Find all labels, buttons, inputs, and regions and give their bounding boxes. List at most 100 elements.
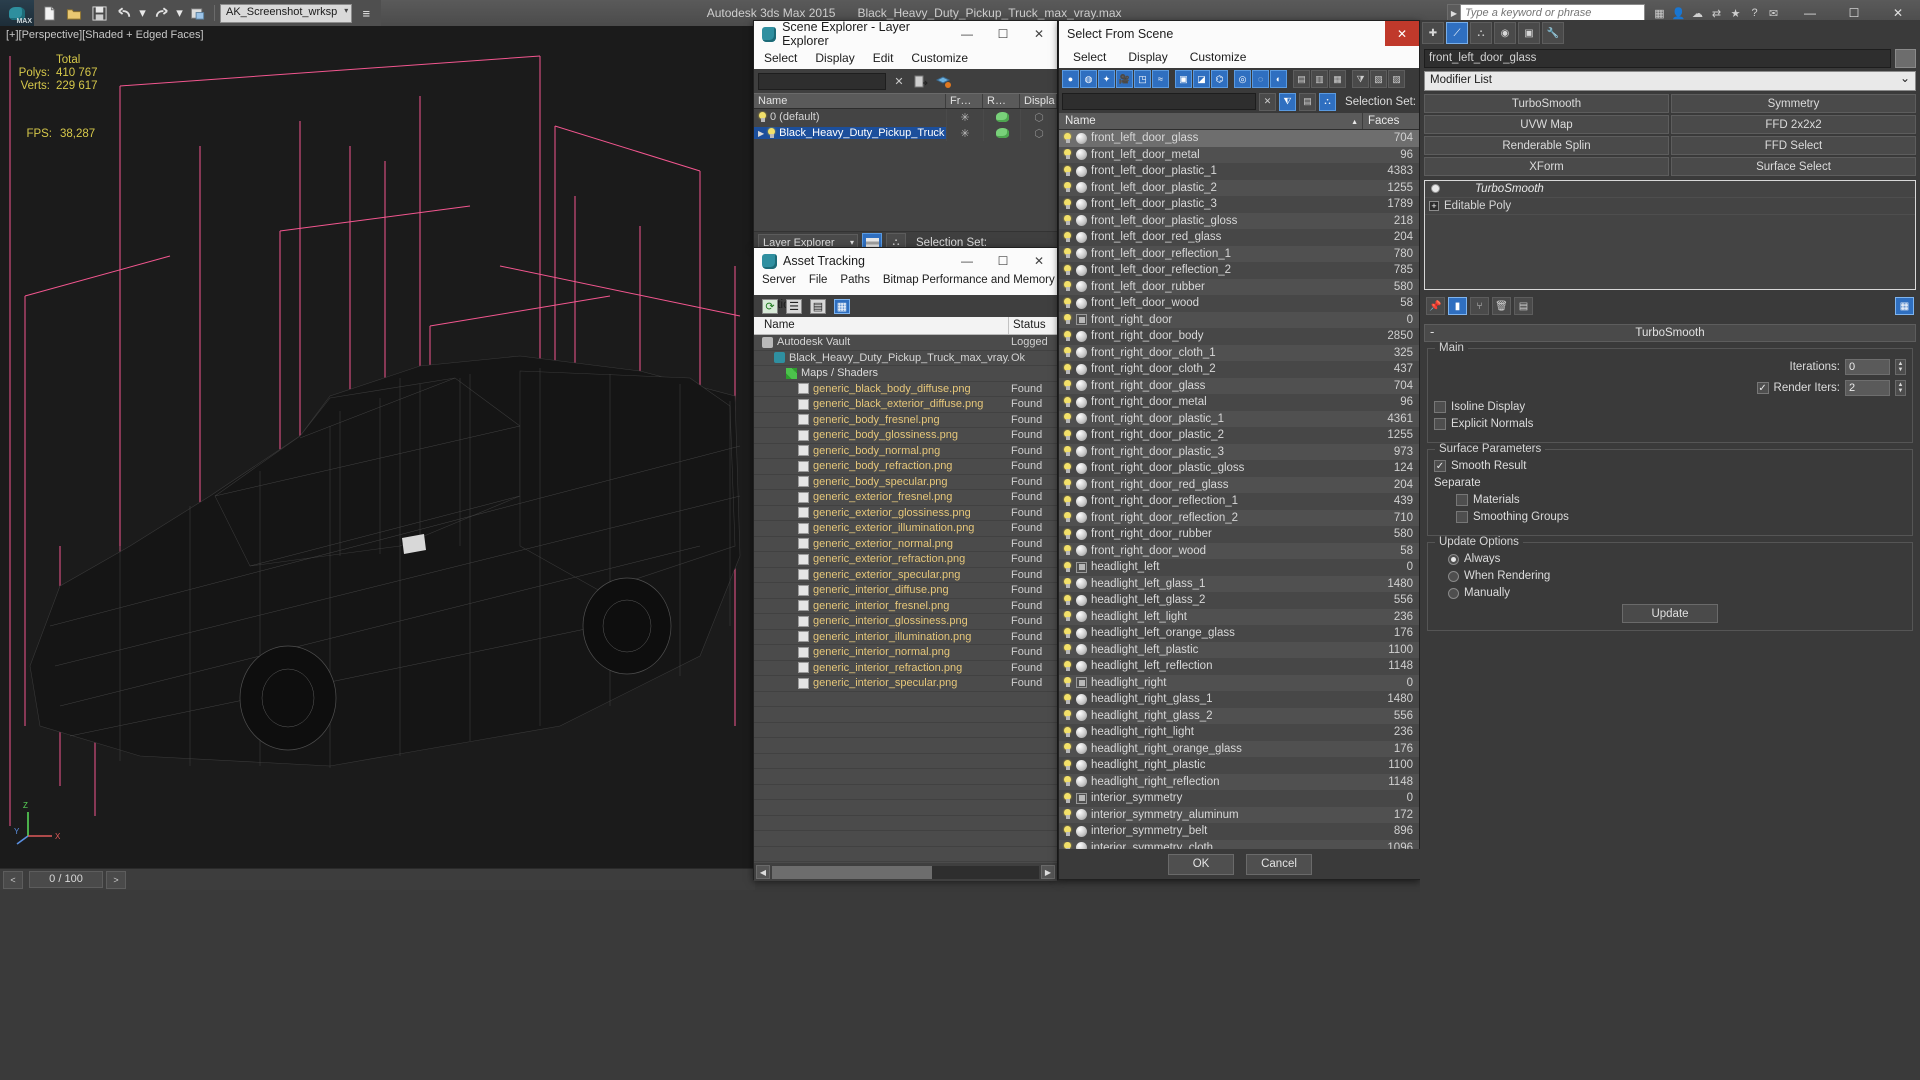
scene-object-row[interactable]: front_right_door_glass 704 xyxy=(1059,377,1419,394)
layer-toggle-icon[interactable]: ▤ xyxy=(1299,92,1317,111)
scene-object-row[interactable]: front_right_door_cloth_1 325 xyxy=(1059,344,1419,361)
scene-object-row[interactable]: front_right_door_cloth_2 437 xyxy=(1059,361,1419,378)
select-from-scene-close[interactable]: ✕ xyxy=(1385,21,1419,46)
redo-icon[interactable] xyxy=(150,2,172,24)
filter-xrefs-icon[interactable]: ◪ xyxy=(1193,70,1210,88)
light-bulb-icon[interactable] xyxy=(1063,165,1072,177)
scene-object-row[interactable]: front_left_door_glass 704 xyxy=(1059,130,1419,147)
detail-view-icon[interactable]: ▤ xyxy=(810,298,826,314)
asset-row[interactable]: generic_interior_diffuse.png Found xyxy=(754,583,1057,599)
asset-row[interactable]: generic_interior_normal.png Found xyxy=(754,645,1057,661)
light-bulb-icon[interactable] xyxy=(1063,198,1072,210)
freeze-snowflake-icon[interactable]: ✳ xyxy=(960,111,969,124)
smooth-result-checkbox[interactable]: ✓ xyxy=(1434,460,1446,472)
menu-display[interactable]: Display xyxy=(815,51,854,65)
modifier-toggle-icon[interactable] xyxy=(1429,183,1440,195)
modifier-button-ffd-2x2x2[interactable]: FFD 2x2x2 xyxy=(1671,115,1916,134)
modifier-button-uvw-map[interactable]: UVW Map xyxy=(1424,115,1669,134)
tab-modify[interactable]: ⟋ xyxy=(1446,22,1468,44)
object-name-field[interactable]: front_left_door_glass xyxy=(1424,49,1891,68)
asset-row[interactable]: generic_interior_refraction.png Found xyxy=(754,661,1057,676)
scene-object-row[interactable]: front_right_door_body 2850 xyxy=(1059,328,1419,345)
filter-invert-icon[interactable]: ◐ xyxy=(1270,70,1287,88)
add-layer-icon[interactable] xyxy=(912,72,930,90)
light-bulb-icon[interactable] xyxy=(1063,132,1072,144)
modifier-button-ffd-select[interactable]: FFD Select xyxy=(1671,136,1916,155)
menu-server[interactable]: Server xyxy=(762,274,796,286)
scene-object-row[interactable]: front_right_door_reflection_2 710 xyxy=(1059,509,1419,526)
col-name[interactable]: Name xyxy=(754,94,946,108)
scene-object-row[interactable]: headlight_left_reflection 1148 xyxy=(1059,658,1419,675)
asset-row[interactable]: generic_exterior_refraction.png Found xyxy=(754,552,1057,568)
separate-materials-checkbox[interactable] xyxy=(1456,494,1468,506)
signin-icon[interactable]: 👤 xyxy=(1670,5,1687,22)
layer-explorer-minimize[interactable]: — xyxy=(949,21,985,47)
layer-row-default[interactable]: 0 (default) ✳ ⬡ xyxy=(754,109,1057,125)
scene-object-row[interactable]: headlight_right_orange_glass 176 xyxy=(1059,740,1419,757)
filter-shapes-icon[interactable]: ◍ xyxy=(1080,70,1097,88)
asset-tracking-list[interactable]: Autodesk Vault Logged Black_Heavy_Duty_Pic… xyxy=(754,335,1057,863)
expand-all-icon[interactable]: ▥ xyxy=(1311,70,1328,88)
light-bulb-icon[interactable] xyxy=(1063,446,1072,457)
light-bulb-icon[interactable] xyxy=(1063,363,1072,375)
grid-view-icon[interactable]: ▦ xyxy=(834,298,850,314)
light-bulb-icon[interactable] xyxy=(1063,380,1072,391)
asset-row[interactable]: generic_interior_fresnel.png Found xyxy=(754,599,1057,614)
light-bulb-icon[interactable] xyxy=(1063,561,1072,573)
scene-object-row[interactable]: front_right_door_plastic_1 4361 xyxy=(1059,410,1419,427)
asset-tracking-maximize[interactable]: ☐ xyxy=(985,248,1021,274)
menu-select[interactable]: Select xyxy=(764,51,797,65)
scene-object-row[interactable]: interior_symmetry 0 xyxy=(1059,790,1419,807)
asset-row[interactable]: generic_body_refraction.png Found xyxy=(754,459,1057,475)
scene-object-row[interactable]: headlight_left_orange_glass 176 xyxy=(1059,625,1419,642)
scene-object-row[interactable]: front_left_door_wood 58 xyxy=(1059,295,1419,312)
open-file-icon[interactable] xyxy=(63,2,85,24)
display-cube-icon[interactable]: ⬡ xyxy=(1034,111,1044,124)
scene-object-row[interactable]: front_left_door_reflection_1 780 xyxy=(1059,245,1419,262)
qat-overflow-icon[interactable]: ≡ xyxy=(355,2,377,24)
filter-geometry-icon[interactable]: ● xyxy=(1062,70,1079,88)
asset-row[interactable]: Black_Heavy_Duty_Pickup_Truck_max_vray.m… xyxy=(754,351,1057,366)
3dsmax-logo-icon[interactable]: MAX xyxy=(0,0,34,26)
layer-list-icon[interactable]: ▧ xyxy=(1370,70,1387,88)
renderable-teapot-icon[interactable] xyxy=(995,112,1009,122)
asset-row[interactable]: generic_body_normal.png Found xyxy=(754,444,1057,459)
light-bulb-icon[interactable] xyxy=(1063,660,1072,672)
update-button[interactable]: Update xyxy=(1622,604,1718,623)
scene-object-row[interactable]: front_left_door_plastic_3 1789 xyxy=(1059,196,1419,213)
scene-object-row[interactable]: front_right_door_rubber 580 xyxy=(1059,526,1419,543)
asset-row[interactable]: Autodesk Vault Logged xyxy=(754,335,1057,351)
at-col-name[interactable]: Name xyxy=(754,317,1009,334)
menu-customize[interactable]: Customize xyxy=(911,51,968,65)
light-bulb-icon[interactable] xyxy=(1063,710,1072,721)
iterations-field[interactable]: 0 xyxy=(1845,359,1890,375)
filter-toggle-icon[interactable]: ⧨ xyxy=(1279,92,1297,111)
light-bulb-icon[interactable] xyxy=(1063,231,1072,243)
light-bulb-icon[interactable] xyxy=(1063,743,1072,754)
sfs-menu-customize[interactable]: Customize xyxy=(1190,50,1247,64)
scene-object-row[interactable]: headlight_right_light 236 xyxy=(1059,724,1419,741)
update-manually-radio[interactable] xyxy=(1448,587,1459,599)
col-render[interactable]: R… xyxy=(983,94,1020,108)
next-frame-button[interactable]: > xyxy=(106,870,126,889)
light-bulb-icon[interactable] xyxy=(1063,264,1072,276)
redo-dropdown-icon[interactable]: ▾ xyxy=(175,2,184,24)
light-bulb-icon[interactable] xyxy=(1063,248,1072,259)
modifier-button-renderable-splin[interactable]: Renderable Splin xyxy=(1424,136,1669,155)
light-bulb-icon[interactable] xyxy=(1063,809,1072,820)
light-bulb-icon[interactable] xyxy=(1063,726,1072,738)
select-from-scene-titlebar[interactable]: Select From Scene ✕ xyxy=(1059,21,1419,46)
refresh-icon[interactable]: ⟳ xyxy=(762,298,778,314)
undo-icon[interactable] xyxy=(113,2,135,24)
scene-object-row[interactable]: headlight_right_reflection 1148 xyxy=(1059,773,1419,790)
scrollbar-thumb[interactable] xyxy=(772,865,933,879)
save-file-icon[interactable] xyxy=(88,2,110,24)
scene-object-row[interactable]: headlight_left 0 xyxy=(1059,559,1419,576)
object-list-icon[interactable]: ▨ xyxy=(1388,70,1405,88)
layer-explorer-close[interactable]: ✕ xyxy=(1021,21,1057,47)
collapse-all-icon[interactable]: ▦ xyxy=(1329,70,1346,88)
asset-row[interactable]: generic_interior_specular.png Found xyxy=(754,676,1057,692)
scene-object-row[interactable]: front_right_door_plastic_gloss 124 xyxy=(1059,460,1419,477)
modifier-button-turbosmooth[interactable]: TurboSmooth xyxy=(1424,94,1669,113)
hierarchy-toggle-icon[interactable]: ⛬ xyxy=(1319,92,1337,111)
